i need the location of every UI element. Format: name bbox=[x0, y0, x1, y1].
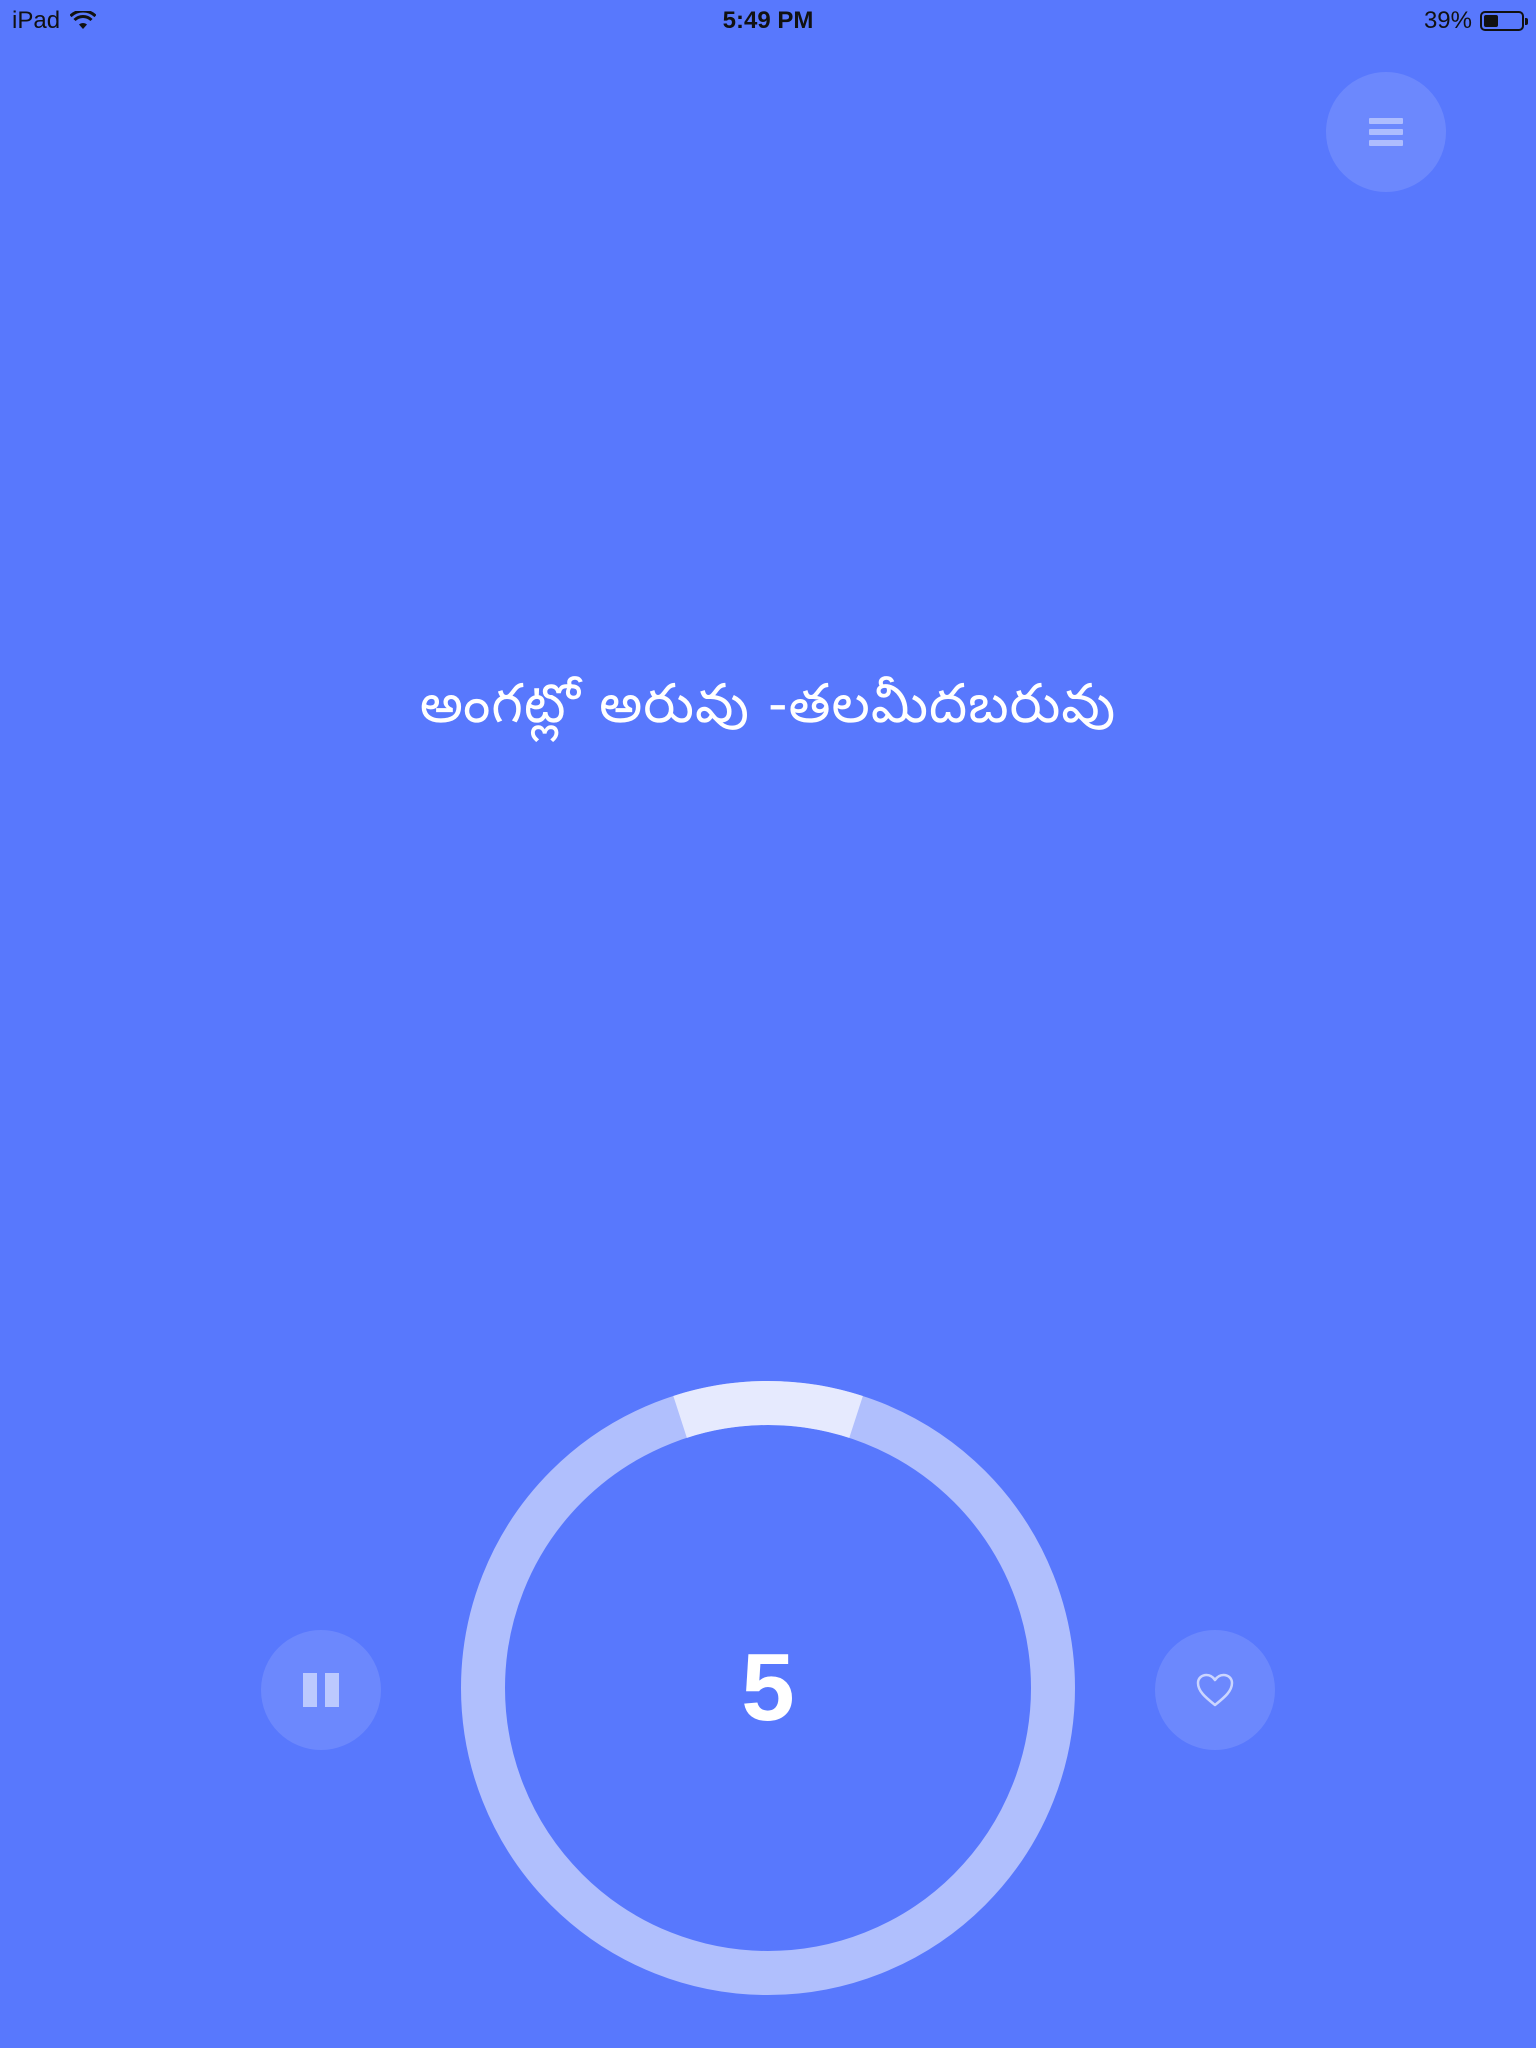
timer-count: 5 bbox=[741, 1634, 795, 1741]
hamburger-menu-icon bbox=[1369, 113, 1403, 151]
countdown-timer: 5 bbox=[460, 1380, 1076, 1996]
favorite-button[interactable] bbox=[1155, 1630, 1275, 1750]
menu-button[interactable] bbox=[1326, 72, 1446, 192]
status-right: 39% bbox=[1423, 7, 1528, 35]
status-bar: iPad 5:49 PM 39% bbox=[0, 0, 1536, 40]
proverb-text: అంగట్లో అరువు -తలమీదబరువు bbox=[419, 672, 1117, 735]
pause-icon bbox=[299, 1673, 343, 1707]
battery-percent: 39% bbox=[1423, 7, 1472, 34]
app-screen: iPad 5:49 PM 39% అంగట్లో అరువు -తలమీదబరు… bbox=[0, 0, 1536, 2048]
battery-level bbox=[1484, 15, 1498, 27]
battery-icon bbox=[1480, 11, 1528, 31]
heart-outline-icon bbox=[1196, 1673, 1234, 1707]
status-time: 5:49 PM bbox=[722, 7, 814, 34]
pause-button[interactable] bbox=[261, 1630, 381, 1750]
